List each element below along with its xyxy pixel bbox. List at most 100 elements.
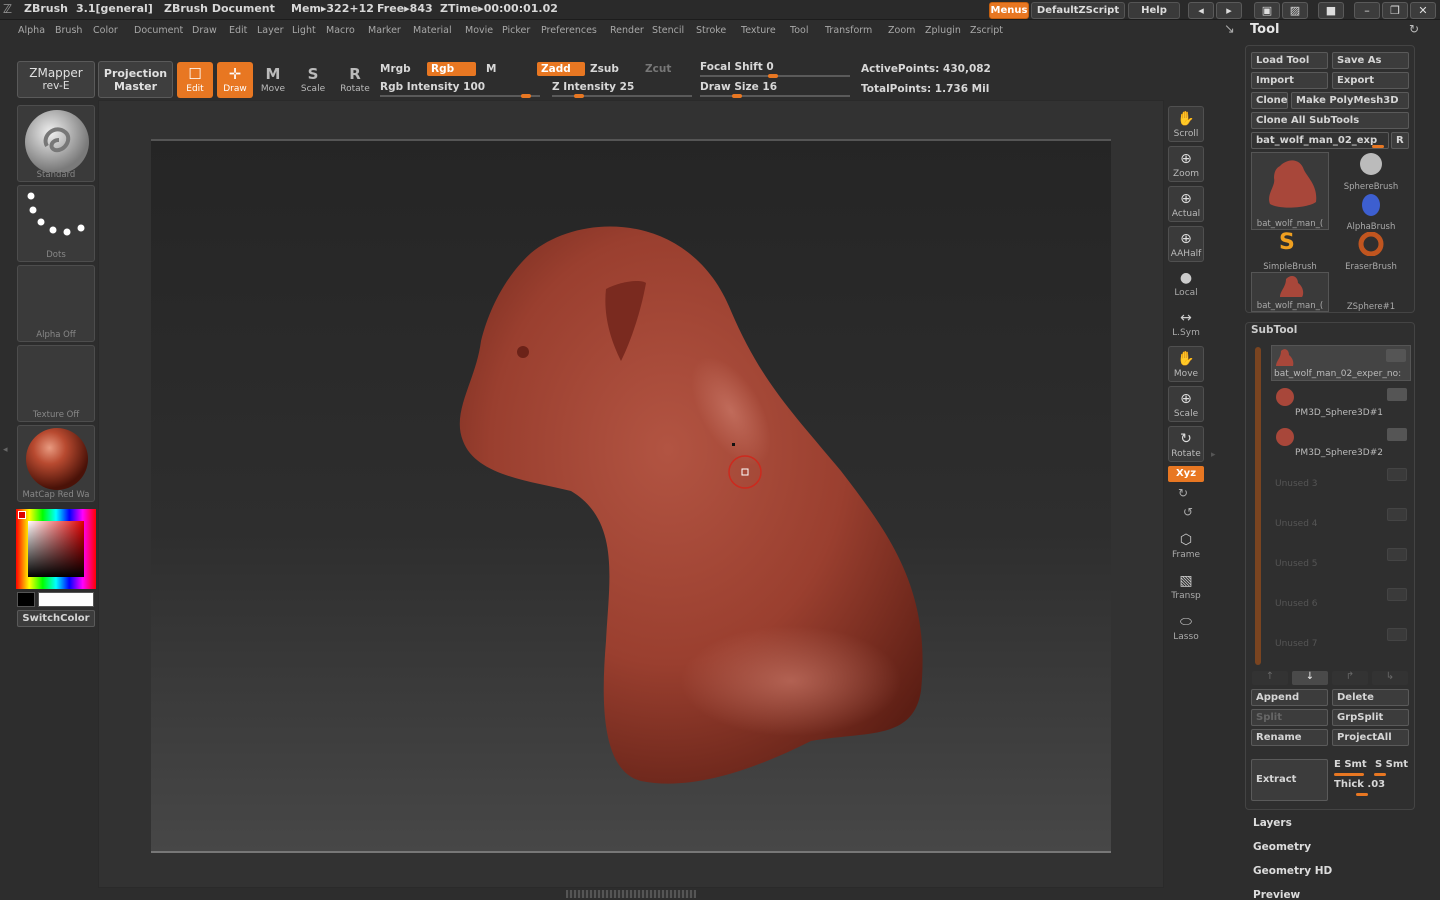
tool-thumb-alphabrush[interactable]: AlphaBrush: [1332, 192, 1410, 232]
primary-color-swatch[interactable]: [38, 592, 94, 607]
help-button[interactable]: Help: [1128, 2, 1180, 19]
close-icon[interactable]: ✕: [1410, 2, 1436, 19]
default-zscript-button[interactable]: DefaultZScript: [1031, 2, 1125, 19]
layout-icon[interactable]: ▣: [1254, 2, 1280, 19]
tool-thumb-zsphere[interactable]: ZSphere#1: [1332, 272, 1410, 312]
subtool-row-7[interactable]: Unused 7: [1271, 625, 1411, 661]
focal-shift-slider[interactable]: Focal Shift 0: [700, 61, 774, 73]
zcut-toggle[interactable]: Zcut: [645, 63, 671, 75]
menu-transform[interactable]: Transform: [825, 25, 872, 36]
edit-mode-button[interactable]: ☐ Edit: [177, 62, 213, 98]
menu-alpha[interactable]: Alpha: [18, 25, 45, 36]
menu-texture[interactable]: Texture: [741, 25, 776, 36]
restore-icon[interactable]: ❐: [1382, 2, 1408, 19]
menu-layer[interactable]: Layer: [257, 25, 284, 36]
zsub-toggle[interactable]: Zsub: [590, 63, 619, 75]
menu-edit[interactable]: Edit: [229, 25, 247, 36]
menu-render[interactable]: Render: [610, 25, 644, 36]
current-tool-slider[interactable]: bat_wolf_man_02_exp: [1251, 132, 1389, 149]
thick-slider[interactable]: Thick .03: [1334, 779, 1385, 790]
tool-thumb-spherebrush[interactable]: SphereBrush: [1332, 152, 1410, 192]
import-button[interactable]: Import: [1251, 72, 1328, 89]
projectall-button[interactable]: ProjectAll: [1332, 729, 1409, 746]
scale-mode-button[interactable]: S Scale: [295, 62, 331, 98]
menu-zplugin[interactable]: Zplugin: [925, 25, 961, 36]
clone-button[interactable]: Clone: [1251, 92, 1288, 109]
tray-right-icon[interactable]: ▸: [1216, 2, 1242, 19]
move-down-icon[interactable]: ↓: [1292, 671, 1328, 685]
save-as-button[interactable]: Save As: [1332, 52, 1409, 69]
menu-draw[interactable]: Draw: [192, 25, 217, 36]
actual-button[interactable]: ⊕ Actual: [1168, 186, 1204, 222]
load-tool-button[interactable]: Load Tool: [1251, 52, 1328, 69]
move-up-icon[interactable]: ↑: [1252, 671, 1288, 685]
rgb-toggle[interactable]: Rgb: [427, 62, 476, 76]
r-button[interactable]: R: [1391, 132, 1409, 149]
rename-button[interactable]: Rename: [1251, 729, 1328, 746]
zmapper-button[interactable]: ZMapper rev-E: [17, 61, 95, 98]
draw-mode-button[interactable]: ✛ Draw: [217, 62, 253, 98]
e-smt-slider[interactable]: E Smt: [1334, 759, 1367, 770]
menu-light[interactable]: Light: [292, 25, 316, 36]
transp-button[interactable]: ▧ Transp: [1168, 569, 1204, 605]
menu-document[interactable]: Document: [134, 25, 183, 36]
menu-marker[interactable]: Marker: [368, 25, 401, 36]
visibility-eye-icon[interactable]: [1387, 388, 1407, 401]
subtool-row-1[interactable]: PM3D_Sphere3D#1: [1271, 385, 1411, 421]
geometry-section[interactable]: Geometry: [1253, 841, 1311, 853]
lock-icon[interactable]: ■: [1318, 2, 1344, 19]
z-intensity-slider[interactable]: Z Intensity 25: [552, 81, 634, 93]
menu-macro[interactable]: Macro: [326, 25, 355, 36]
switch-color-button[interactable]: SwitchColor: [17, 610, 95, 627]
menu-preferences[interactable]: Preferences: [541, 25, 597, 36]
menu-tool[interactable]: Tool: [790, 25, 808, 36]
append-button[interactable]: Append: [1251, 689, 1328, 706]
frame-button[interactable]: ⬡ Frame: [1168, 528, 1204, 564]
xyz-toggle[interactable]: Xyz: [1168, 466, 1204, 482]
layers-section[interactable]: Layers: [1253, 817, 1292, 829]
move-view-button[interactable]: ✋ Move: [1168, 346, 1204, 382]
minimize-icon[interactable]: –: [1354, 2, 1380, 19]
indent-icon[interactable]: ↱: [1332, 671, 1368, 685]
rgb-intensity-knob[interactable]: [521, 94, 531, 98]
subtool-row-0[interactable]: bat_wolf_man_02_exper_no:: [1271, 345, 1411, 381]
menu-zoom[interactable]: Zoom: [888, 25, 915, 36]
secondary-color-swatch[interactable]: [17, 592, 35, 607]
menus-button[interactable]: Menus: [989, 2, 1029, 19]
visibility-eye-icon[interactable]: [1386, 349, 1406, 362]
rotate-z-icon[interactable]: ↺: [1183, 505, 1193, 519]
grpsplit-button[interactable]: GrpSplit: [1332, 709, 1409, 726]
menu-zscript[interactable]: Zscript: [970, 25, 1003, 36]
subtool-row-2[interactable]: PM3D_Sphere3D#2: [1271, 425, 1411, 461]
focal-shift-knob[interactable]: [768, 74, 778, 78]
visibility-eye-icon[interactable]: [1387, 588, 1407, 601]
stroke-selector[interactable]: Dots: [17, 185, 95, 262]
tray-left-icon[interactable]: ◂: [1188, 2, 1214, 19]
color-picker[interactable]: [16, 509, 96, 589]
visibility-eye-icon[interactable]: [1387, 428, 1407, 441]
menu-picker[interactable]: Picker: [502, 25, 530, 36]
right-tray-handle-icon[interactable]: ▸: [1211, 450, 1216, 460]
menu-stencil[interactable]: Stencil: [652, 25, 684, 36]
visibility-eye-icon[interactable]: [1387, 628, 1407, 641]
export-button[interactable]: Export: [1332, 72, 1409, 89]
material-selector[interactable]: MatCap Red Wa: [17, 425, 95, 502]
menu-material[interactable]: Material: [413, 25, 452, 36]
visibility-eye-icon[interactable]: [1387, 508, 1407, 521]
layout-alt-icon[interactable]: ▨: [1282, 2, 1308, 19]
outdent-icon[interactable]: ↳: [1372, 671, 1408, 685]
lsym-button[interactable]: ↔ L.Sym: [1168, 306, 1204, 342]
bottom-tray-handle-icon[interactable]: [566, 890, 696, 898]
draw-size-slider[interactable]: Draw Size 16: [700, 81, 777, 93]
alpha-selector[interactable]: Alpha Off: [17, 265, 95, 342]
visibility-eye-icon[interactable]: [1387, 468, 1407, 481]
subtool-scrollbar[interactable]: [1255, 347, 1261, 665]
rgb-intensity-slider[interactable]: Rgb Intensity 100: [380, 81, 485, 93]
brush-selector[interactable]: Standard: [17, 105, 95, 182]
sculpt-model[interactable]: [151, 141, 1111, 851]
refresh-icon[interactable]: ↻: [1409, 22, 1419, 36]
subtool-row-6[interactable]: Unused 6: [1271, 585, 1411, 621]
e-smt-knob[interactable]: [1334, 773, 1364, 776]
menu-stroke[interactable]: Stroke: [696, 25, 726, 36]
zoom-button[interactable]: ⊕ Zoom: [1168, 146, 1204, 182]
